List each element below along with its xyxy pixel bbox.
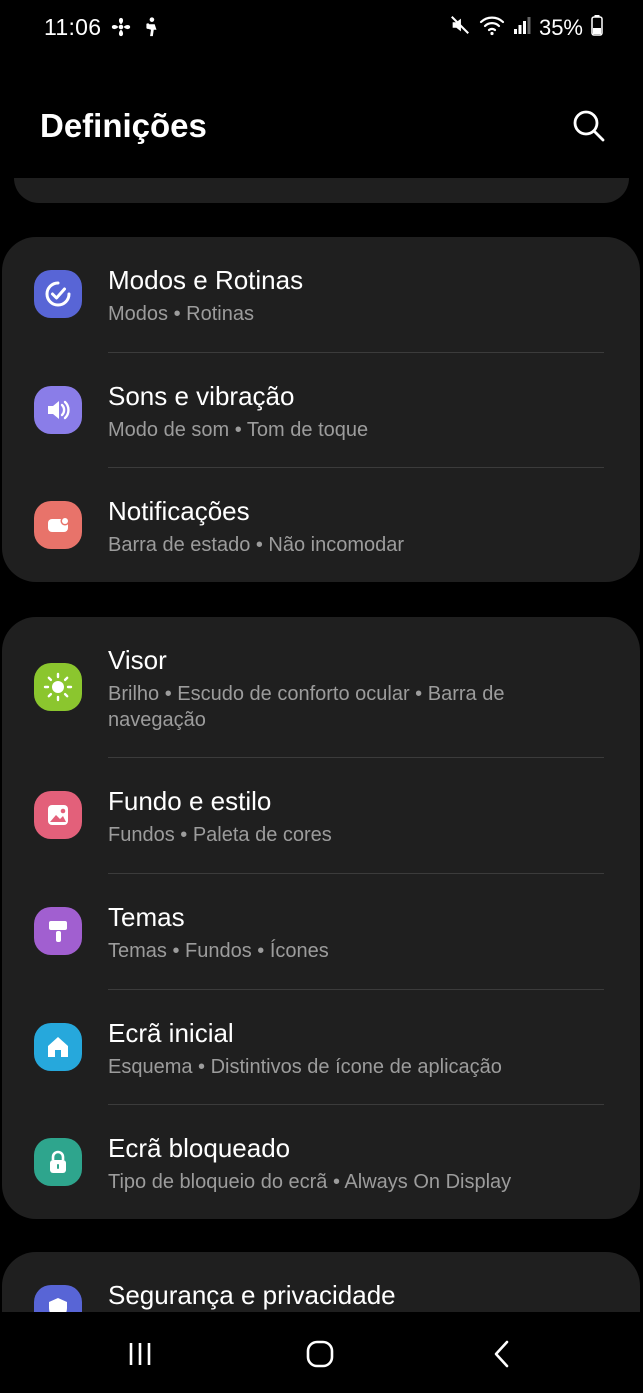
wallpaper-icon: [34, 791, 82, 839]
battery-icon: [591, 14, 603, 42]
mute-icon: [449, 14, 471, 42]
search-icon[interactable]: [570, 107, 608, 145]
header: Definições: [0, 95, 643, 159]
settings-item-sounds-vibration[interactable]: Sons e vibração Modo de som • Tom de toq…: [2, 353, 640, 468]
navigation-bar: [0, 1312, 643, 1393]
settings-group-display: Visor Brilho • Escudo de conforto ocular…: [2, 617, 640, 1219]
previous-card-stub: [14, 178, 629, 203]
settings-item-subtitle: Modo de som • Tom de toque: [108, 419, 369, 441]
recents-icon[interactable]: [120, 1338, 160, 1370]
settings-item-title: Visor: [108, 645, 167, 675]
settings-item-subtitle: Esquema • Distintivos de ícone de aplica…: [108, 1056, 502, 1078]
home-icon: [34, 1023, 82, 1071]
status-time: 11:06: [44, 14, 102, 40]
settings-item-title: Modos e Rotinas: [108, 265, 304, 295]
signal-icon: [513, 15, 531, 41]
lock-icon: [34, 1138, 82, 1186]
settings-item-subtitle: Modos • Rotinas: [108, 303, 254, 325]
battery-percent: 35%: [538, 15, 583, 40]
settings-item-home-screen[interactable]: Ecrã inicial Esquema • Distintivos de íc…: [2, 990, 640, 1105]
settings-item-wallpaper-style[interactable]: Fundo e estilo Fundos • Paleta de cores: [2, 758, 640, 873]
settings-item-subtitle: Tipo de bloqueio do ecrã • Always On Dis…: [108, 1171, 512, 1193]
settings-item-display[interactable]: Visor Brilho • Escudo de conforto ocular…: [2, 617, 640, 758]
settings-item-modes-routines[interactable]: Modos e Rotinas Modos • Rotinas: [2, 237, 640, 353]
brightness-icon: [34, 663, 82, 711]
settings-item-subtitle: Fundos • Paleta de cores: [108, 824, 332, 846]
fan-icon: [110, 16, 132, 43]
settings-group-connections: Modos e Rotinas Modos • Rotinas Sons e v…: [2, 237, 640, 582]
hiker-icon: [140, 16, 162, 43]
sound-icon: [34, 386, 82, 434]
settings-item-lock-screen[interactable]: Ecrã bloqueado Tipo de bloqueio do ecrã …: [2, 1105, 640, 1219]
modes-routines-icon: [34, 270, 82, 318]
settings-item-title: Fundo e estilo: [108, 786, 272, 816]
home-button-icon[interactable]: [300, 1338, 340, 1370]
settings-item-title: Sons e vibração: [108, 381, 295, 411]
settings-item-subtitle: Barra de estado • Não incomodar: [108, 534, 405, 556]
back-icon[interactable]: [482, 1338, 522, 1370]
settings-item-subtitle: Brilho • Escudo de conforto ocular • Bar…: [108, 683, 505, 731]
status-bar: 11:06 35%: [0, 0, 643, 58]
settings-item-title: Temas: [108, 902, 185, 932]
settings-item-themes[interactable]: Temas Temas • Fundos • Ícones: [2, 874, 640, 989]
settings-item-subtitle: Temas • Fundos • Ícones: [108, 940, 329, 962]
settings-item-title: Ecrã inicial: [108, 1018, 234, 1048]
wifi-icon: [479, 14, 505, 42]
settings-item-notifications[interactable]: Notificações Barra de estado • Não incom…: [2, 468, 640, 582]
settings-item-title: Segurança e privacidade: [108, 1280, 396, 1310]
page-title: Definições: [40, 107, 207, 144]
theme-brush-icon: [34, 907, 82, 955]
settings-item-title: Notificações: [108, 496, 250, 526]
settings-item-title: Ecrã bloqueado: [108, 1133, 291, 1163]
notification-icon: [34, 501, 82, 549]
